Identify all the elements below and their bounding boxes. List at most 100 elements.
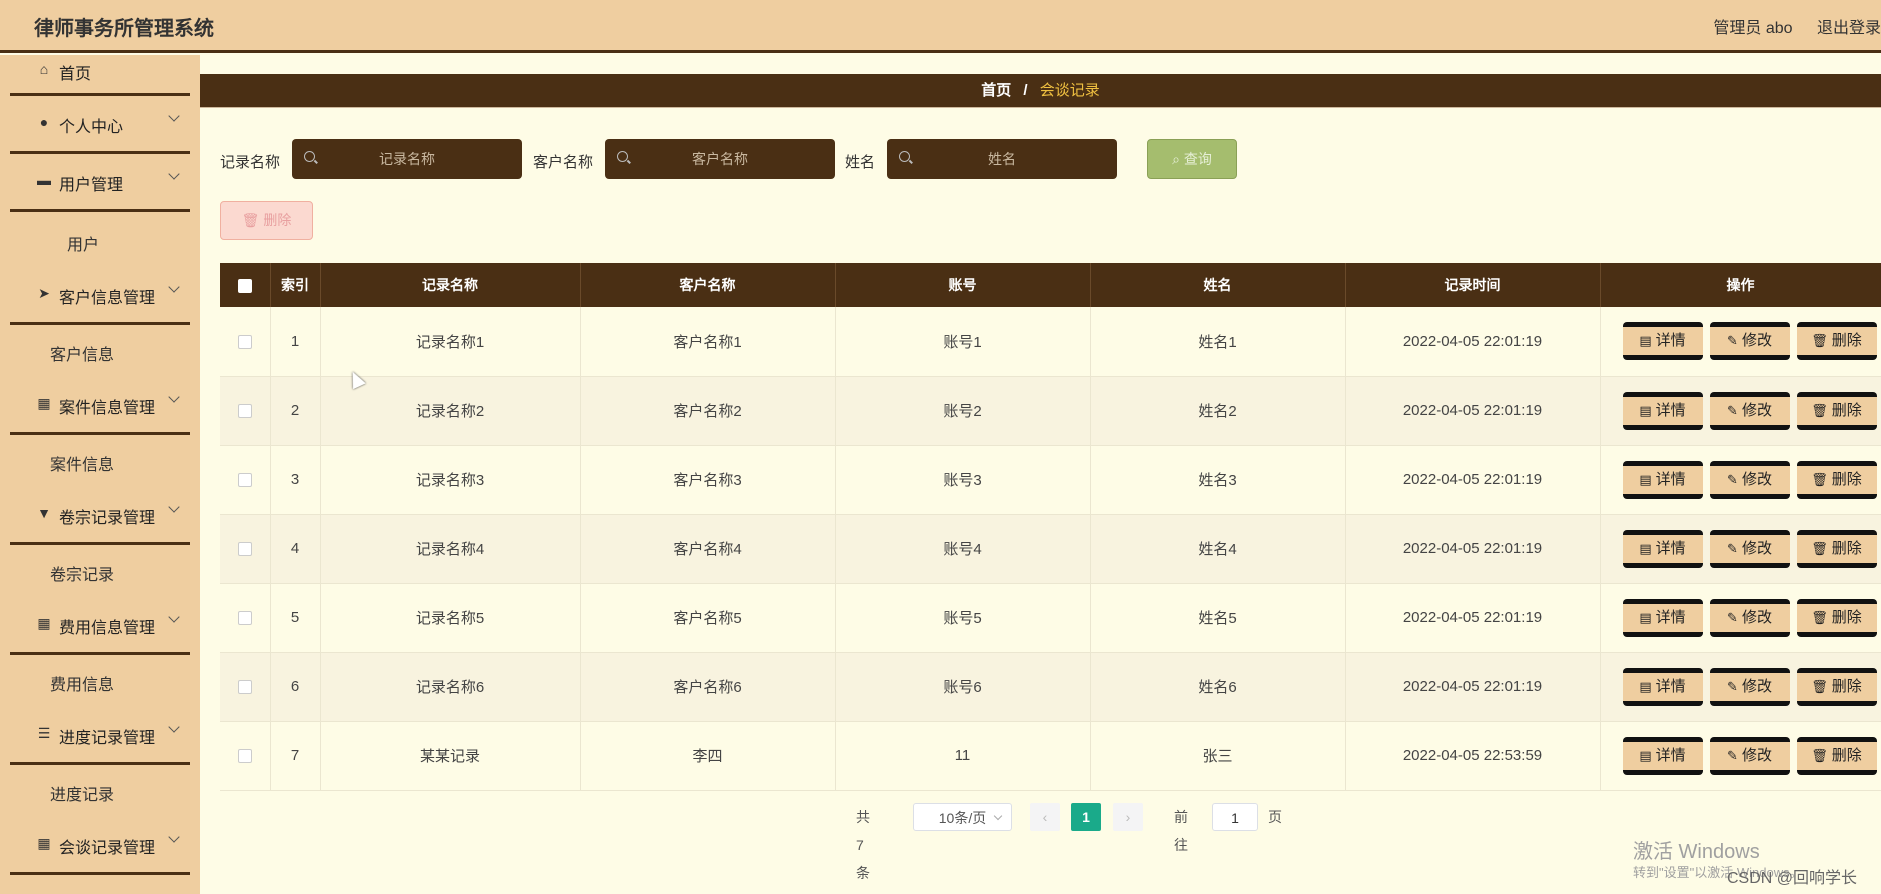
- client-name-cell: 客户名称6: [580, 652, 836, 721]
- delete-button[interactable]: 🗑 删除: [1796, 460, 1877, 499]
- row-select-cell[interactable]: [220, 721, 271, 790]
- sidebar-subitem-fee-info[interactable]: 费用信息: [10, 655, 190, 707]
- edit-button-label: 修改: [1741, 539, 1772, 557]
- logout-link[interactable]: 退出登录: [1817, 20, 1881, 37]
- record-name-field[interactable]: [292, 139, 522, 179]
- edit-button[interactable]: ✎ 修改: [1709, 391, 1790, 430]
- edit-button[interactable]: ✎ 修改: [1709, 598, 1790, 637]
- detail-button[interactable]: ▤ 详情: [1622, 391, 1703, 430]
- delete-button[interactable]: 🗑 删除: [1796, 391, 1877, 430]
- row-checkbox[interactable]: [237, 473, 252, 488]
- delete-button[interactable]: 🗑 删除: [1796, 736, 1877, 775]
- chevron-down-icon: [168, 721, 180, 733]
- goto-page-input[interactable]: 1: [1212, 803, 1258, 831]
- sidebar-item-user-management[interactable]: ▬ 用户管理: [10, 154, 190, 212]
- account-cell: 账号5: [835, 583, 1091, 652]
- sidebar-subitem-dossier-records[interactable]: 卷宗记录: [10, 545, 190, 597]
- row-checkbox[interactable]: [237, 680, 252, 695]
- pencil-icon: ✎: [1727, 333, 1738, 349]
- sidebar-item-home[interactable]: ⌂ 首页: [10, 55, 190, 96]
- breadcrumb: 首页 / 会谈记录: [200, 74, 1881, 108]
- edit-button[interactable]: ✎ 修改: [1709, 322, 1790, 361]
- sidebar-item-personal-center[interactable]: ● 个人中心: [10, 96, 190, 154]
- detail-button[interactable]: ▤ 详情: [1622, 529, 1703, 568]
- delete-button[interactable]: 🗑 删除: [1796, 529, 1877, 568]
- edit-button[interactable]: ✎ 修改: [1709, 529, 1790, 568]
- detail-button[interactable]: ▤ 详情: [1622, 460, 1703, 499]
- table-row: 4 记录名称4 客户名称4 账号4 姓名4 2022-04-05 22:01:19 ▤ 详情 ✎…: [220, 514, 1881, 583]
- detail-button[interactable]: ▤ 详情: [1622, 322, 1703, 361]
- column-header: 账号: [835, 263, 1091, 307]
- record-name-cell: 记录名称5: [320, 583, 581, 652]
- row-select-cell[interactable]: [220, 307, 271, 376]
- row-select-cell[interactable]: [220, 514, 271, 583]
- name-cell: 姓名2: [1090, 376, 1346, 445]
- sidebar-item-progress-management[interactable]: ☰ 进度记录管理: [10, 707, 190, 765]
- batch-delete-button[interactable]: 🗑 删除: [220, 201, 313, 240]
- delete-button-label: 删除: [1831, 401, 1862, 419]
- client-name-cell: 客户名称4: [580, 514, 836, 583]
- current-page[interactable]: 1: [1071, 803, 1101, 831]
- sidebar-item-label: 首页: [59, 66, 92, 83]
- row-select-cell[interactable]: [220, 652, 271, 721]
- row-select-cell[interactable]: [220, 583, 271, 652]
- record-time-cell: 2022-04-05 22:01:19: [1345, 445, 1601, 514]
- edit-button[interactable]: ✎ 修改: [1709, 667, 1790, 706]
- select-all-cell[interactable]: [220, 263, 271, 307]
- row-select-cell[interactable]: [220, 376, 271, 445]
- sidebar-item-fee-management[interactable]: ▦ 费用信息管理: [10, 597, 190, 655]
- name-cell: 姓名5: [1090, 583, 1346, 652]
- name-cell: 姓名6: [1090, 652, 1346, 721]
- client-name-field[interactable]: [605, 139, 835, 179]
- record-name-input[interactable]: [292, 139, 522, 179]
- prev-page-button[interactable]: ‹: [1030, 803, 1060, 831]
- name-field[interactable]: [887, 139, 1117, 179]
- sidebar-item-case-management[interactable]: ▦ 案件信息管理: [10, 377, 190, 435]
- app-title: 律师事务所管理系统: [34, 18, 214, 40]
- detail-button-label: 详情: [1655, 677, 1686, 695]
- edit-button[interactable]: ✎ 修改: [1709, 736, 1790, 775]
- column-header: 客户名称: [580, 263, 836, 307]
- client-name-input[interactable]: [605, 139, 835, 179]
- grid-icon: ▦: [37, 615, 51, 631]
- grid-icon: ▦: [37, 395, 51, 411]
- next-page-button[interactable]: ›: [1113, 803, 1143, 831]
- table-row: 7 某某记录 李四 11 张三 2022-04-05 22:53:59 ▤ 详情 ✎ 修改 🗑 删除: [220, 721, 1881, 790]
- sidebar-subitem-label: 客户信息: [50, 347, 115, 364]
- delete-button[interactable]: 🗑 删除: [1796, 322, 1877, 361]
- sidebar-subitem-users[interactable]: 用户: [10, 215, 190, 267]
- sidebar-item-meeting-management[interactable]: ▦ 会谈记录管理: [10, 817, 190, 875]
- page-size-select[interactable]: 10条/页: [913, 803, 1012, 831]
- edit-button[interactable]: ✎ 修改: [1709, 460, 1790, 499]
- pencil-icon: ✎: [1727, 678, 1738, 694]
- detail-button[interactable]: ▤ 详情: [1622, 598, 1703, 637]
- row-checkbox[interactable]: [237, 542, 252, 557]
- row-checkbox[interactable]: [237, 404, 252, 419]
- sidebar-subitem-progress-records[interactable]: 进度记录: [10, 765, 190, 817]
- select-all-checkbox[interactable]: [237, 279, 252, 294]
- trash-icon: 🗑: [1811, 747, 1828, 763]
- sidebar-item-client-management[interactable]: ➤ 客户信息管理: [10, 267, 190, 325]
- detail-button-label: 详情: [1655, 401, 1686, 419]
- name-input[interactable]: [887, 139, 1117, 179]
- row-actions: ▤ 详情 ✎ 修改 🗑 删除: [1600, 583, 1881, 652]
- breadcrumb-home[interactable]: 首页: [981, 82, 1011, 99]
- sidebar-subitem-label: 费用信息: [50, 677, 115, 694]
- detail-button[interactable]: ▤ 详情: [1622, 736, 1703, 775]
- sidebar-item-dossier-management[interactable]: ▼ 卷宗记录管理: [10, 487, 190, 545]
- row-checkbox[interactable]: [237, 611, 252, 626]
- delete-button[interactable]: 🗑 删除: [1796, 667, 1877, 706]
- query-button[interactable]: ⌕ 查询: [1147, 139, 1237, 179]
- delete-button-label: 删除: [1831, 539, 1862, 557]
- home-icon: ⌂: [39, 61, 49, 77]
- row-actions: ▤ 详情 ✎ 修改 🗑 删除: [1600, 514, 1881, 583]
- goto-label: 前往: [1174, 809, 1188, 853]
- detail-button[interactable]: ▤ 详情: [1622, 667, 1703, 706]
- account-cell: 账号6: [835, 652, 1091, 721]
- row-select-cell[interactable]: [220, 445, 271, 514]
- row-checkbox[interactable]: [237, 749, 252, 764]
- row-checkbox[interactable]: [237, 334, 252, 349]
- sidebar-subitem-client-info[interactable]: 客户信息: [10, 325, 190, 377]
- delete-button[interactable]: 🗑 删除: [1796, 598, 1877, 637]
- sidebar-subitem-case-info[interactable]: 案件信息: [10, 435, 190, 487]
